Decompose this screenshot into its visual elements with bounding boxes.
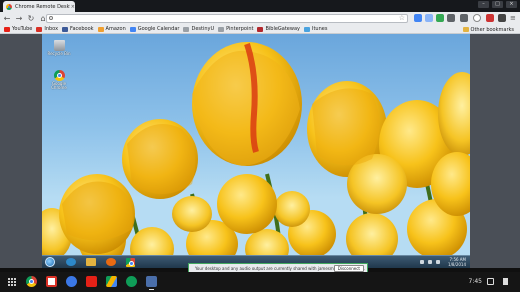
gmail-icon <box>36 26 43 32</box>
chrome-app-icon[interactable] <box>26 276 37 287</box>
bookmark-label: BibleGateway <box>265 26 300 32</box>
chrome-os-shelf: 7:45 <box>0 272 520 292</box>
drive-app-icon[interactable] <box>106 276 117 287</box>
media-player-icon[interactable] <box>106 258 116 266</box>
chrome-taskbar-icon[interactable] <box>126 258 135 267</box>
calendar-icon <box>129 26 136 32</box>
bookmark-itunes[interactable]: Itunes <box>304 26 327 32</box>
volume-icon[interactable] <box>436 260 440 264</box>
bookmark-label: Itunes <box>312 26 328 32</box>
extension-icon[interactable] <box>447 14 455 22</box>
desktop-icon-google-chrome[interactable]: Google Chrome <box>45 70 73 91</box>
chrome-menu-icon[interactable]: ≡ <box>510 14 518 22</box>
search-icon <box>49 16 53 20</box>
back-button[interactable]: ← <box>2 14 12 24</box>
file-explorer-icon[interactable] <box>86 258 96 266</box>
youtube-icon <box>4 26 10 32</box>
window-controls: – □ × <box>478 1 517 8</box>
desktop-icon-label: Recycle Bin <box>47 51 71 56</box>
chrome-icon <box>53 70 65 81</box>
remote-desktop-viewport: Recycle Bin Google Chrome 7:56 AM 1/8/20… <box>0 34 520 268</box>
internet-explorer-icon[interactable] <box>66 258 76 266</box>
maximize-button[interactable]: □ <box>492 1 503 8</box>
bookmark-amazon[interactable]: Amazon <box>97 26 126 32</box>
tab-chrome-remote-desktop[interactable]: Chrome Remote Deskto × <box>3 1 75 12</box>
biblegateway-icon <box>257 26 264 32</box>
disconnect-button[interactable]: Disconnect <box>333 265 364 272</box>
bookmark-star-icon[interactable]: ☆ <box>399 14 405 22</box>
search-app-icon[interactable] <box>66 276 77 287</box>
facebook-icon <box>62 26 69 32</box>
address-bar[interactable]: ☆ <box>46 14 408 23</box>
other-bookmarks-label: Other bookmarks <box>470 26 514 33</box>
battery-icon[interactable] <box>503 278 508 285</box>
bookmark-destinyu[interactable]: DestinyU <box>183 26 214 32</box>
hangouts-app-icon[interactable] <box>126 276 137 287</box>
page-icon <box>183 26 190 32</box>
page-icon <box>218 26 225 32</box>
tulips-wallpaper <box>42 42 470 268</box>
amazon-icon <box>97 26 104 32</box>
bookmark-label: Inbox <box>44 26 59 32</box>
extension-icon[interactable] <box>473 14 481 22</box>
extension-icon[interactable] <box>498 14 506 22</box>
bookmark-label: YouTube <box>12 26 33 32</box>
forward-button[interactable]: → <box>14 14 24 24</box>
bookmark-google-calendar[interactable]: Google Calendar <box>129 26 180 32</box>
youtube-app-icon[interactable] <box>86 276 97 287</box>
bookmark-label: Pinterpoint <box>226 26 254 32</box>
recycle-bin-icon <box>53 40 65 51</box>
windows-clock[interactable]: 7:56 AM 1/8/2014 <box>448 257 466 267</box>
minimize-button[interactable]: – <box>478 1 489 8</box>
gmail-app-icon[interactable] <box>46 276 57 287</box>
close-tab-icon[interactable]: × <box>71 4 75 10</box>
tray-icon[interactable] <box>420 260 424 264</box>
bookmark-inbox[interactable]: Inbox <box>36 26 58 32</box>
remote-desktop-app-icon[interactable] <box>146 276 157 290</box>
app-launcher-icon[interactable] <box>8 278 16 286</box>
bookmark-label: DestinyU <box>191 26 215 32</box>
desktop-icon-label: Google Chrome <box>51 81 67 91</box>
extension-icon[interactable] <box>486 14 494 22</box>
bookmark-facebook[interactable]: Facebook <box>62 26 94 32</box>
bookmark-label: Amazon <box>105 26 126 32</box>
clock-date: 1/8/2014 <box>448 262 466 268</box>
address-input[interactable] <box>55 15 395 22</box>
tab-title: Chrome Remote Deskto <box>15 3 70 10</box>
bookmarks-bar: YouTube Inbox Facebook Amazon Google Cal… <box>0 25 520 34</box>
close-window-button[interactable]: × <box>506 1 517 8</box>
network-icon[interactable] <box>428 260 432 264</box>
remote-desktop-screen[interactable]: Recycle Bin Google Chrome 7:56 AM 1/8/20… <box>42 34 470 268</box>
chrome-remote-desktop-icon <box>6 3 12 10</box>
extension-icon[interactable] <box>425 14 433 22</box>
itunes-icon <box>304 26 310 32</box>
bookmark-label: Google Calendar <box>137 26 180 32</box>
folder-icon <box>462 27 469 32</box>
bookmark-biblegateway[interactable]: BibleGateway <box>257 26 300 32</box>
desktop-icon-recycle-bin[interactable]: Recycle Bin <box>45 40 73 56</box>
windows-start-button[interactable] <box>45 257 55 267</box>
other-bookmarks-folder[interactable]: Other bookmarks <box>462 25 514 34</box>
extension-icon[interactable] <box>460 14 468 22</box>
tab-strip: Chrome Remote Deskto × – □ × <box>0 0 520 12</box>
reload-button[interactable]: ↻ <box>26 14 36 24</box>
system-clock[interactable]: 7:45 <box>469 278 482 285</box>
extension-icon[interactable] <box>436 14 444 22</box>
wifi-icon[interactable] <box>487 278 494 285</box>
bookmark-pinterpoint[interactable]: Pinterpoint <box>218 26 253 32</box>
bookmark-youtube[interactable]: YouTube <box>4 26 32 32</box>
bookmark-label: Facebook <box>70 26 94 32</box>
extension-icon[interactable] <box>414 14 422 22</box>
